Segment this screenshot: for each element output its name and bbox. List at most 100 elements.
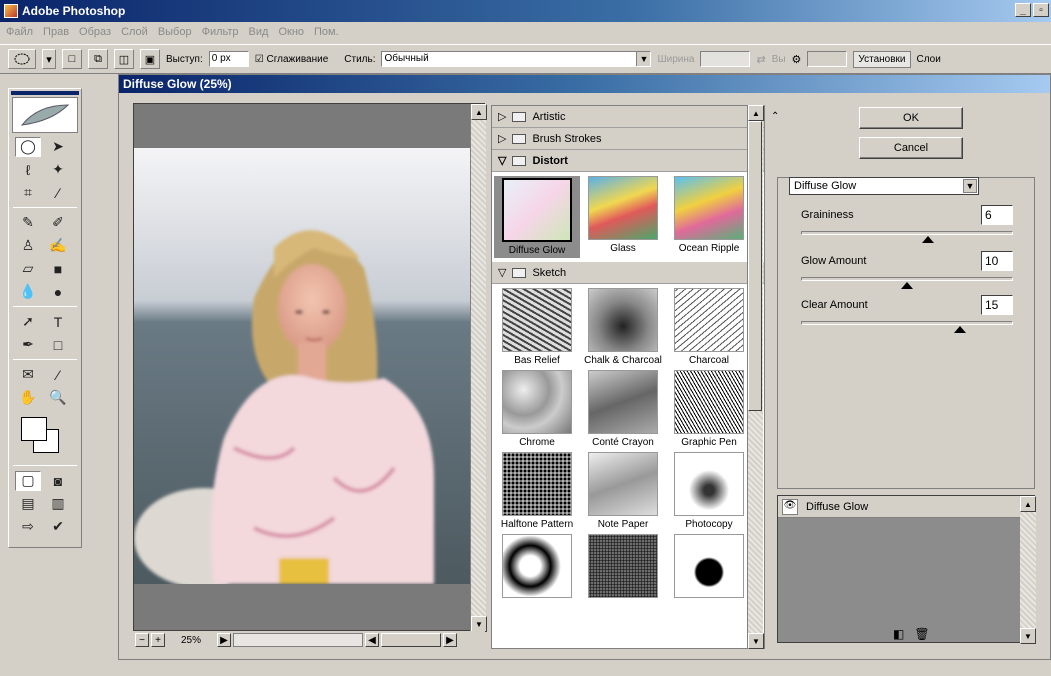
category-artistic[interactable]: ▷ Artistic: [492, 106, 764, 128]
zoom-in-button[interactable]: +: [151, 633, 165, 647]
magic-wand-tool-icon[interactable]: ✦: [45, 160, 71, 180]
crop-tool-icon[interactable]: ⌗: [15, 183, 41, 203]
clear-amount-input[interactable]: 15: [981, 295, 1013, 315]
clear-amount-slider-thumb[interactable]: [954, 326, 966, 333]
ok-button[interactable]: OK: [859, 107, 963, 129]
menu-select[interactable]: Выбор: [158, 26, 192, 38]
zoom-out-button[interactable]: −: [135, 633, 149, 647]
scroll-right-button[interactable]: ▶: [443, 633, 458, 647]
scroll-up-button[interactable]: ▲: [748, 105, 764, 121]
menu-help[interactable]: Пом.: [314, 26, 339, 38]
quick-mask-mode-icon[interactable]: ◙: [45, 471, 71, 491]
filter-thumb-reticulation[interactable]: [580, 534, 666, 598]
jump-to-imageready-icon[interactable]: ⇨: [15, 517, 41, 537]
horizontal-scroll-thumb[interactable]: [381, 633, 442, 647]
eye-icon[interactable]: 👁: [782, 498, 798, 515]
horizontal-scrollbar-track[interactable]: [233, 633, 364, 647]
lasso-tool-icon[interactable]: ℓ: [15, 160, 41, 180]
dodge-tool-icon[interactable]: ●: [45, 282, 71, 302]
scroll-up-button[interactable]: ▲: [471, 104, 487, 120]
move-tool-icon[interactable]: ➤: [45, 137, 71, 157]
healing-brush-tool-icon[interactable]: ✎: [15, 213, 41, 233]
brush-tool-icon[interactable]: ✐: [45, 213, 71, 233]
filter-thumb-graphic-pen[interactable]: Graphic Pen: [666, 370, 752, 448]
category-brush-strokes[interactable]: ▷ Brush Strokes: [492, 128, 764, 150]
scroll-left-button[interactable]: ◀: [365, 633, 380, 647]
eraser-tool-icon[interactable]: ▱: [15, 259, 41, 279]
effect-layer-row[interactable]: 👁 Diffuse Glow: [778, 496, 1020, 518]
tab-settings[interactable]: Установки: [853, 50, 911, 68]
collapse-browser-icon[interactable]: ⌃: [771, 111, 779, 122]
restore-button[interactable]: ▫: [1033, 3, 1049, 17]
history-brush-tool-icon[interactable]: ✍: [45, 236, 71, 256]
scroll-thumb[interactable]: [748, 121, 762, 411]
foreground-color-swatch[interactable]: [21, 417, 47, 441]
filter-select[interactable]: Diffuse Glow ▼: [789, 177, 979, 195]
filter-thumb-chalk-charcoal[interactable]: Chalk & Charcoal: [580, 288, 666, 366]
trash-icon[interactable]: 🗑: [914, 627, 929, 641]
gradient-tool-icon[interactable]: ■: [45, 259, 71, 279]
filter-thumb-note-paper[interactable]: Note Paper: [580, 452, 666, 530]
color-swatches[interactable]: [17, 415, 73, 459]
rectangle-tool-icon[interactable]: □: [45, 335, 71, 355]
clear-amount-slider-track[interactable]: [801, 321, 1013, 325]
eyedropper-tool-icon[interactable]: ⁄: [45, 365, 71, 385]
scroll-down-button[interactable]: ▼: [1020, 628, 1036, 644]
glow-amount-slider-track[interactable]: [801, 277, 1013, 281]
menu-filter[interactable]: Фильтр: [202, 26, 239, 38]
filter-thumb-stamp[interactable]: [666, 534, 752, 598]
zoom-tool-icon[interactable]: 🔍: [45, 388, 71, 408]
notes-tool-icon[interactable]: ✉: [15, 365, 41, 385]
width-input[interactable]: [700, 51, 751, 67]
tool-preset-picker[interactable]: [8, 49, 36, 69]
pen-tool-icon[interactable]: ✒: [15, 335, 41, 355]
screen-mode-icon[interactable]: ▤: [15, 494, 41, 514]
add-selection-icon[interactable]: ⧉: [88, 49, 108, 69]
glow-amount-slider-thumb[interactable]: [901, 282, 913, 289]
preview-vertical-scrollbar[interactable]: ▲ ▼: [470, 104, 487, 632]
menu-layer[interactable]: Слой: [121, 26, 148, 38]
antialias-checkbox[interactable]: ☑ Сглаживание: [255, 54, 329, 65]
zoom-menu-button[interactable]: ▶: [217, 633, 232, 647]
category-distort[interactable]: ▽ Distort: [492, 150, 764, 172]
layers-scrollbar[interactable]: ▲ ▼: [1020, 496, 1036, 644]
graininess-slider-track[interactable]: [801, 231, 1013, 235]
glow-amount-input[interactable]: 10: [981, 251, 1013, 271]
graininess-input[interactable]: 6: [981, 205, 1013, 225]
style-select[interactable]: Обычный ▼: [381, 51, 652, 67]
scroll-up-button[interactable]: ▲: [1020, 496, 1036, 512]
type-tool-icon[interactable]: T: [45, 312, 71, 332]
scroll-down-button[interactable]: ▼: [748, 633, 764, 649]
preset-dropdown-button[interactable]: ▾: [42, 49, 56, 69]
new-effect-layer-icon[interactable]: ◧: [893, 627, 904, 641]
minimize-button[interactable]: _: [1015, 3, 1031, 17]
filter-thumb-conte-crayon[interactable]: Conté Crayon: [580, 370, 666, 448]
graininess-slider-thumb[interactable]: [922, 236, 935, 243]
filter-thumb-halftone-pattern[interactable]: Halftone Pattern: [494, 452, 580, 530]
scroll-down-button[interactable]: ▼: [471, 616, 487, 632]
clone-stamp-tool-icon[interactable]: ♙: [15, 236, 41, 256]
filter-thumb-photocopy[interactable]: Photocopy: [666, 452, 752, 530]
menu-file[interactable]: Файл: [6, 26, 33, 38]
filter-thumb-chrome[interactable]: Chrome: [494, 370, 580, 448]
filter-thumb-diffuse-glow[interactable]: Diffuse Glow: [494, 176, 580, 258]
cancel-button[interactable]: Cancel: [859, 137, 963, 159]
filter-thumb-plaster[interactable]: [494, 534, 580, 598]
checkmark-icon[interactable]: ✔: [45, 517, 71, 537]
menu-view[interactable]: Вид: [249, 26, 269, 38]
swap-icon[interactable]: ⇄: [756, 53, 765, 66]
filter-thumb-ocean-ripple[interactable]: Ocean Ripple: [666, 176, 752, 258]
filter-thumb-bas-relief[interactable]: Bas Relief: [494, 288, 580, 366]
intersect-selection-icon[interactable]: ▣: [140, 49, 160, 69]
category-sketch[interactable]: ▽ Sketch: [492, 262, 764, 284]
filter-thumb-charcoal[interactable]: Charcoal: [666, 288, 752, 366]
hand-tool-icon[interactable]: ✋: [15, 388, 41, 408]
filter-thumb-glass[interactable]: Glass: [580, 176, 666, 258]
blur-tool-icon[interactable]: 💧: [15, 282, 41, 302]
slice-tool-icon[interactable]: ∕: [45, 183, 71, 203]
path-selection-tool-icon[interactable]: ➚: [15, 312, 41, 332]
palette-icon[interactable]: ⚙: [792, 53, 802, 66]
menu-image[interactable]: Образ: [79, 26, 111, 38]
elliptical-marquee-tool-icon[interactable]: ◯: [15, 136, 41, 157]
preview-pane[interactable]: ▲ ▼: [133, 103, 487, 632]
